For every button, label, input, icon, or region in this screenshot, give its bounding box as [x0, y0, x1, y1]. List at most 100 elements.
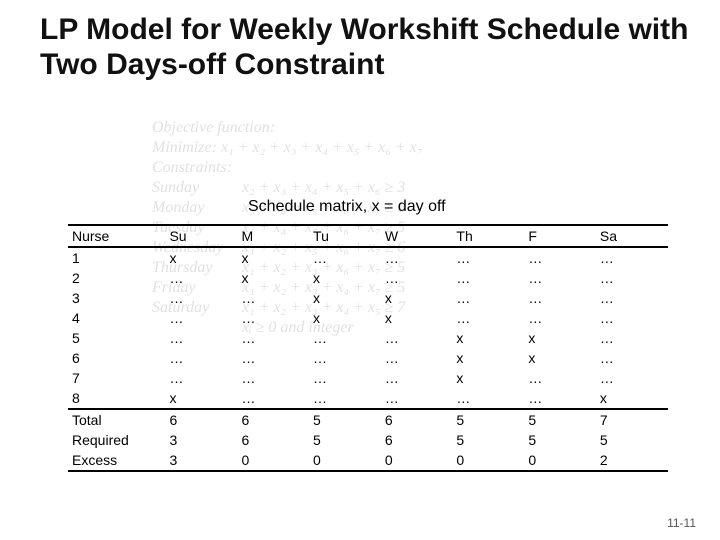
table-cell: 0 — [309, 450, 381, 471]
table-cell: Total — [68, 409, 165, 430]
table-cell: … — [237, 328, 309, 348]
ghost-objective-heading: Objective function: — [152, 118, 422, 138]
ghost-day: Sunday — [152, 178, 242, 198]
table-cell: … — [452, 388, 524, 409]
col-tu: Tu — [309, 225, 381, 247]
table-cell: … — [309, 368, 381, 388]
table-cell: … — [165, 368, 237, 388]
table-cell: 3 — [165, 450, 237, 471]
table-cell: 5 — [524, 409, 596, 430]
table-cell: … — [524, 288, 596, 308]
ghost-constraints-label: Constraints: — [152, 158, 422, 178]
table-cell: 5 — [452, 409, 524, 430]
table-cell: 5 — [68, 328, 165, 348]
table-cell: 3 — [165, 430, 237, 450]
table-cell: x — [309, 268, 381, 288]
table-cell: … — [452, 288, 524, 308]
table-cell: … — [596, 368, 668, 388]
ghost-minimize: Minimize: x₁ + x₂ + x₃ + x₄ + x₅ + x₆ + … — [152, 138, 422, 158]
col-su: Su — [165, 225, 237, 247]
col-f: F — [524, 225, 596, 247]
table-cell: … — [237, 308, 309, 328]
table-cell: x — [381, 288, 453, 308]
table-cell: x — [452, 328, 524, 348]
table-cell: … — [452, 247, 524, 268]
table-row: 7…………x…… — [68, 368, 668, 388]
table-cell: 7 — [596, 409, 668, 430]
col-nurse: Nurse — [68, 225, 165, 247]
table-cell: 2 — [68, 268, 165, 288]
table-cell: x — [524, 328, 596, 348]
table-cell: x — [165, 247, 237, 268]
table-cell: … — [237, 288, 309, 308]
page-number: 11-11 — [667, 516, 696, 530]
table-cell: … — [309, 388, 381, 409]
table-cell: … — [596, 247, 668, 268]
table-cell: x — [237, 247, 309, 268]
table-cell: … — [524, 388, 596, 409]
table-cell: … — [237, 348, 309, 368]
table-cell: … — [381, 328, 453, 348]
table-cell: 8 — [68, 388, 165, 409]
table-cell: … — [596, 268, 668, 288]
table-cell: x — [452, 348, 524, 368]
col-m: M — [237, 225, 309, 247]
table-cell: … — [596, 328, 668, 348]
table-row: 4……xx……… — [68, 308, 668, 328]
table-cell: … — [524, 268, 596, 288]
table-cell: … — [524, 368, 596, 388]
table-cell: … — [381, 268, 453, 288]
table-cell: … — [237, 388, 309, 409]
table-cell: … — [309, 348, 381, 368]
table-cell: … — [381, 368, 453, 388]
col-sa: Sa — [596, 225, 668, 247]
table-cell: … — [596, 288, 668, 308]
table-cell: … — [524, 247, 596, 268]
table-cell: x — [381, 308, 453, 328]
table-cell: … — [524, 308, 596, 328]
table-cell: … — [237, 368, 309, 388]
table-row: 8x……………x — [68, 388, 668, 409]
table-cell: … — [452, 308, 524, 328]
table-cell: … — [165, 288, 237, 308]
table-cell: 5 — [524, 430, 596, 450]
table-header-row: Nurse Su M Tu W Th F Sa — [68, 225, 668, 247]
table-cell: 0 — [237, 450, 309, 471]
table-cell: … — [596, 308, 668, 328]
table-cell: 2 — [596, 450, 668, 471]
table-cell: x — [524, 348, 596, 368]
table-cell: 7 — [68, 368, 165, 388]
table-row: 6…………xx… — [68, 348, 668, 368]
table-cell: … — [596, 348, 668, 368]
table-cell: 6 — [237, 430, 309, 450]
table-cell: x — [309, 288, 381, 308]
table-summary-row: Total6656557 — [68, 409, 668, 430]
slide: LP Model for Weekly Workshift Schedule w… — [0, 0, 720, 540]
table-cell: 5 — [309, 430, 381, 450]
table-cell: 5 — [596, 430, 668, 450]
table-summary-row: Excess3000002 — [68, 450, 668, 471]
table-cell: … — [381, 247, 453, 268]
table-cell: … — [165, 308, 237, 328]
page-title: LP Model for Weekly Workshift Schedule w… — [40, 12, 690, 83]
table-cell: … — [309, 247, 381, 268]
table-row: 5…………xx… — [68, 328, 668, 348]
table-cell: 6 — [68, 348, 165, 368]
col-w: W — [381, 225, 453, 247]
table-cell: 5 — [309, 409, 381, 430]
table-row: 3……xx……… — [68, 288, 668, 308]
table-cell: 0 — [381, 450, 453, 471]
table-cell: x — [309, 308, 381, 328]
table-cell: … — [381, 388, 453, 409]
table-cell: … — [309, 328, 381, 348]
table-cell: 5 — [452, 430, 524, 450]
table-cell: 6 — [381, 430, 453, 450]
table-cell: … — [165, 348, 237, 368]
table-cell: x — [596, 388, 668, 409]
table-cell: x — [237, 268, 309, 288]
schedule-table: Nurse Su M Tu W Th F Sa 1xx……………2…xx…………… — [68, 224, 668, 472]
table-cell: x — [452, 368, 524, 388]
table-row: 2…xx………… — [68, 268, 668, 288]
table-cell: 4 — [68, 308, 165, 328]
table-cell: … — [381, 348, 453, 368]
